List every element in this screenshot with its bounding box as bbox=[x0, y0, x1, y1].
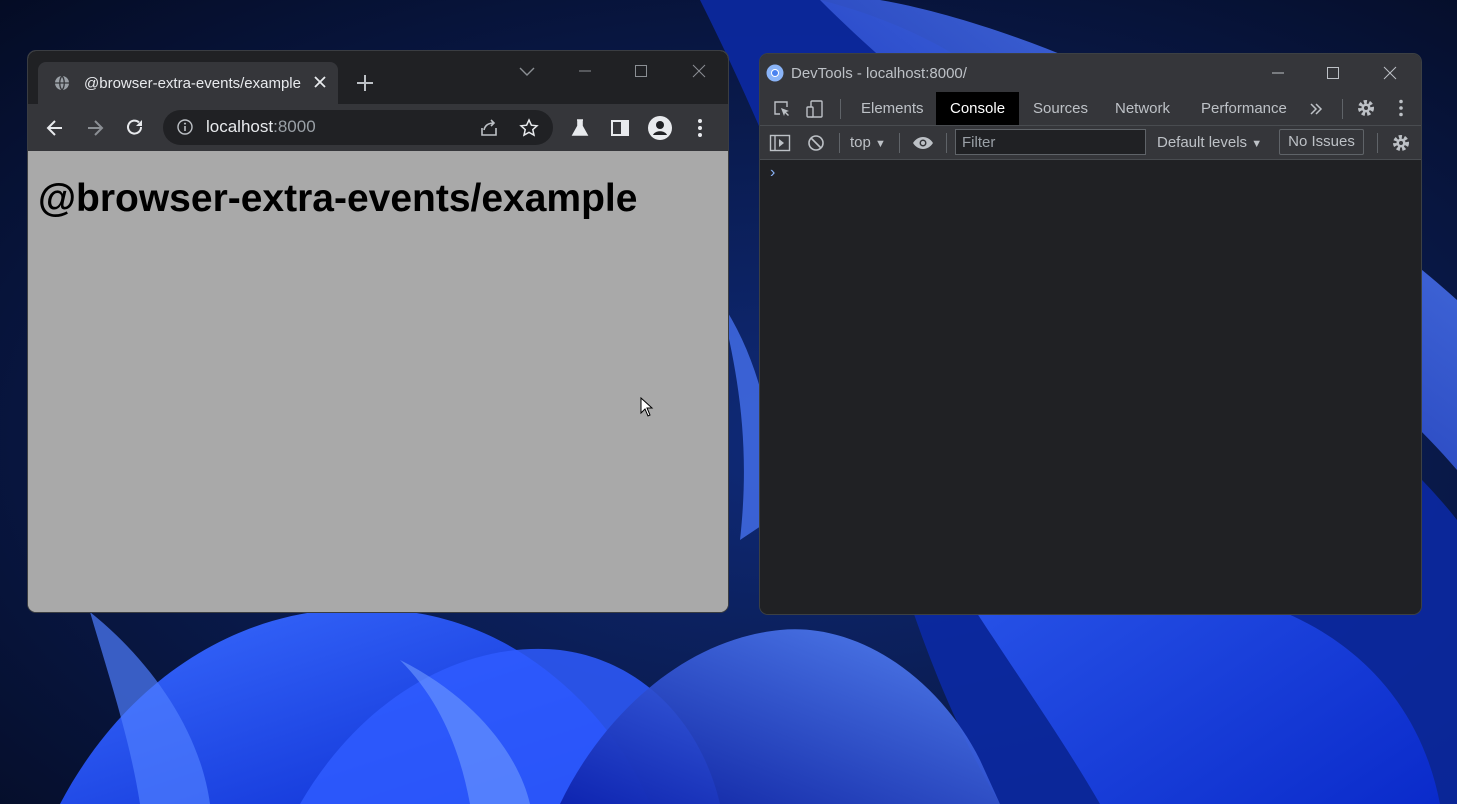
console-settings-gear-icon[interactable] bbox=[1389, 131, 1413, 155]
page-viewport: @browser-extra-events/example bbox=[28, 151, 728, 612]
mouse-cursor-icon bbox=[640, 396, 654, 422]
side-panel-icon[interactable] bbox=[608, 116, 632, 140]
close-icon[interactable] bbox=[671, 51, 727, 91]
maximize-icon[interactable] bbox=[1305, 54, 1361, 92]
tab-console[interactable]: Console bbox=[936, 92, 1020, 125]
toolbar-divider bbox=[899, 133, 900, 153]
show-sidebar-icon[interactable] bbox=[768, 131, 792, 155]
dropdown-triangle-icon: ▼ bbox=[875, 138, 886, 150]
url-port: :8000 bbox=[273, 117, 316, 136]
filter-placeholder: Filter bbox=[962, 134, 996, 151]
dropdown-triangle-icon: ▼ bbox=[1251, 138, 1263, 150]
browser-window: @browser-extra-events/example localhost:… bbox=[28, 51, 728, 612]
profile-icon[interactable] bbox=[648, 116, 672, 140]
menu-kebab-icon[interactable] bbox=[688, 116, 712, 140]
menu-kebab-icon[interactable] bbox=[1389, 96, 1413, 120]
address-bar[interactable]: localhost:8000 bbox=[163, 110, 553, 145]
filter-input[interactable]: Filter bbox=[955, 129, 1146, 155]
device-toolbar-icon[interactable] bbox=[803, 97, 827, 121]
browser-toolbar: localhost:8000 bbox=[28, 104, 728, 151]
labs-flask-icon[interactable] bbox=[568, 116, 592, 140]
tab-title: @browser-extra-events/example bbox=[84, 75, 301, 92]
toolbar-divider bbox=[1377, 133, 1378, 153]
browser-tab[interactable]: @browser-extra-events/example bbox=[38, 62, 338, 104]
context-selector[interactable]: top ▼ bbox=[850, 134, 886, 151]
close-icon[interactable] bbox=[1362, 54, 1418, 92]
devtools-panel-tabs: Elements Console Sources Network Perform… bbox=[760, 92, 1421, 126]
toolbar-divider bbox=[946, 133, 947, 153]
chrome-logo-icon bbox=[766, 64, 784, 87]
forward-arrow-icon[interactable] bbox=[83, 116, 107, 140]
plus-icon[interactable] bbox=[356, 74, 374, 97]
minimize-icon[interactable] bbox=[557, 51, 613, 91]
close-icon[interactable] bbox=[312, 74, 328, 95]
double-chevron-right-icon[interactable] bbox=[1304, 97, 1328, 121]
tab-sources[interactable]: Sources bbox=[1019, 92, 1102, 125]
issues-button[interactable]: No Issues bbox=[1279, 129, 1364, 155]
back-arrow-icon[interactable] bbox=[43, 116, 67, 140]
page-heading: @browser-extra-events/example bbox=[38, 177, 638, 220]
star-icon[interactable] bbox=[517, 116, 541, 140]
console-prompt-icon: › bbox=[770, 164, 776, 181]
log-levels-dropdown[interactable]: Default levels ▼ bbox=[1157, 134, 1262, 151]
log-levels-label: Default levels bbox=[1157, 134, 1248, 151]
toolbar-divider bbox=[839, 133, 840, 153]
minimize-icon[interactable] bbox=[1250, 54, 1306, 92]
devtools-titlebar: DevTools - localhost:8000/ bbox=[760, 54, 1421, 92]
url-host: localhost bbox=[206, 117, 274, 136]
url-text: localhost:8000 bbox=[206, 117, 316, 137]
console-toolbar: top ▼ Filter Default levels ▼ No Issues bbox=[760, 126, 1421, 160]
chevron-down-icon[interactable] bbox=[519, 64, 535, 82]
inspect-element-icon[interactable] bbox=[770, 97, 794, 121]
devtools-window: DevTools - localhost:8000/ Elements Cons… bbox=[760, 54, 1421, 614]
settings-gear-icon[interactable] bbox=[1354, 96, 1378, 120]
maximize-icon[interactable] bbox=[613, 51, 669, 91]
tab-elements[interactable]: Elements bbox=[847, 92, 938, 125]
tab-network[interactable]: Network bbox=[1101, 92, 1184, 125]
tab-performance[interactable]: Performance bbox=[1187, 92, 1301, 125]
toolbar-divider bbox=[840, 99, 841, 119]
console-output[interactable] bbox=[760, 160, 1421, 614]
devtools-window-title: DevTools - localhost:8000/ bbox=[791, 65, 967, 82]
reload-icon[interactable] bbox=[123, 116, 147, 140]
share-icon[interactable] bbox=[477, 116, 501, 140]
clear-console-icon[interactable] bbox=[804, 131, 828, 155]
globe-icon bbox=[54, 75, 70, 96]
eye-icon[interactable] bbox=[911, 131, 935, 155]
tab-strip: @browser-extra-events/example bbox=[28, 51, 728, 104]
context-label: top bbox=[850, 134, 871, 151]
info-icon[interactable] bbox=[177, 119, 193, 140]
toolbar-divider bbox=[1342, 99, 1343, 119]
